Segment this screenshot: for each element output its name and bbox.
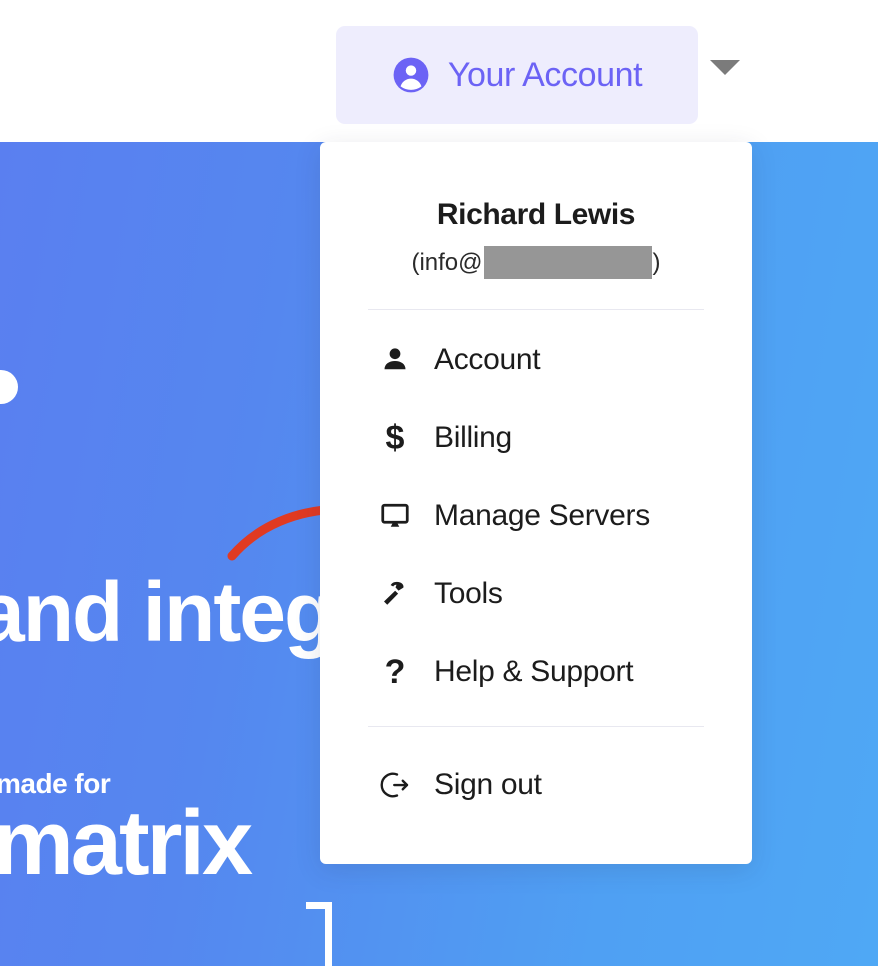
- menu-item-label: Sign out: [434, 768, 542, 801]
- user-name: Richard Lewis: [436, 198, 636, 231]
- monitor-icon: [378, 499, 412, 533]
- account-button-label: Your Account: [447, 55, 643, 94]
- divider: [368, 309, 704, 310]
- dropdown-menu-list: Account $ Billing Manage Servers Tools ?…: [320, 336, 752, 696]
- menu-item-label: Tools: [434, 577, 503, 610]
- menu-item-label: Billing: [434, 421, 512, 454]
- user-email: (info@): [320, 246, 752, 279]
- user-email-suffix: ): [652, 249, 661, 276]
- signout-group: Sign out: [320, 761, 752, 809]
- brand-logo: made for matrix: [0, 770, 332, 966]
- account-button[interactable]: Your Account: [336, 26, 698, 124]
- dollar-icon: $: [385, 419, 405, 457]
- menu-item-sign-out[interactable]: Sign out: [320, 761, 752, 809]
- menu-item-manage-servers[interactable]: Manage Servers: [320, 492, 752, 540]
- account-dropdown-menu: Richard Lewis (info@) Account $ Billing: [320, 142, 752, 864]
- brand-bracket-icon: [306, 902, 332, 966]
- brand-name: matrix: [0, 792, 253, 894]
- divider: [368, 726, 704, 727]
- account-circle-icon: [393, 57, 429, 93]
- menu-item-account[interactable]: Account: [320, 336, 752, 384]
- decorative-dot: [0, 370, 18, 404]
- person-icon: [378, 343, 412, 377]
- menu-item-label: Help & Support: [434, 655, 634, 688]
- chevron-down-icon[interactable]: [710, 60, 740, 75]
- menu-item-label: Manage Servers: [434, 499, 650, 532]
- question-mark-icon: ?: [384, 653, 406, 691]
- hero-headline: and integ: [0, 565, 335, 659]
- menu-item-help-support[interactable]: ? Help & Support: [320, 648, 752, 696]
- user-email-prefix: (info@: [411, 249, 483, 276]
- menu-item-label: Account: [434, 343, 541, 376]
- menu-item-billing[interactable]: $ Billing: [320, 414, 752, 462]
- hammer-icon: [378, 577, 412, 611]
- menu-item-tools[interactable]: Tools: [320, 570, 752, 618]
- user-email-redaction: [483, 246, 652, 279]
- sign-out-icon: [378, 768, 412, 802]
